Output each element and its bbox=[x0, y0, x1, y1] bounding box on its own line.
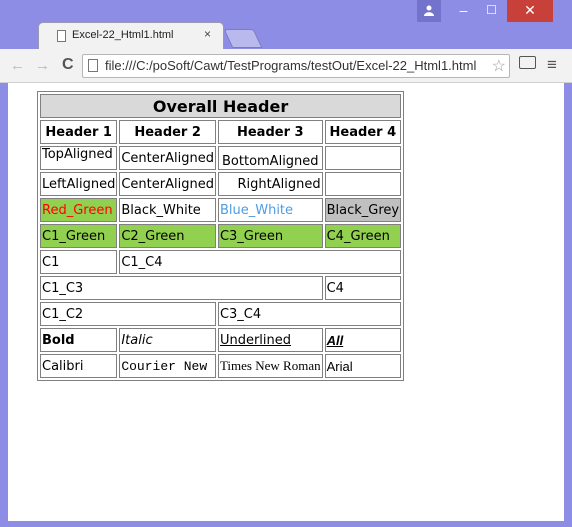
table-cell: BottomAligned bbox=[217, 146, 323, 170]
forward-arrow-icon[interactable]: → bbox=[35, 57, 50, 74]
minimize-button[interactable]: – bbox=[450, 0, 477, 22]
table-cell: C1_C3 bbox=[40, 276, 323, 300]
table-cell bbox=[324, 146, 402, 170]
table-row: C1_C2 C3_C4 bbox=[40, 302, 402, 326]
table-row: Header 1 Header 2 Header 3 Header 4 bbox=[40, 120, 402, 144]
table-cell: Black_Grey bbox=[324, 198, 402, 222]
table-row: Overall Header bbox=[40, 94, 402, 118]
table-cell: Underlined bbox=[217, 328, 323, 352]
table-cell: C3_C4 bbox=[217, 302, 402, 326]
table-cell: TopAligned bbox=[40, 146, 118, 170]
table-cell: Italic bbox=[119, 328, 216, 352]
new-tab-button[interactable] bbox=[223, 29, 263, 48]
table-cell: C2_Green bbox=[119, 224, 216, 248]
table-cell: Times New Roman bbox=[217, 354, 323, 378]
table-cell: All bbox=[324, 328, 402, 352]
header-cell: Header 2 bbox=[119, 120, 216, 144]
profile-button[interactable] bbox=[417, 0, 441, 22]
cast-icon[interactable] bbox=[519, 56, 536, 69]
tab-bar: Excel-22_Html1.html × – ☐ ✕ bbox=[0, 0, 572, 49]
browser-tab[interactable]: Excel-22_Html1.html × bbox=[38, 22, 224, 49]
table-cell: Blue_White bbox=[217, 198, 323, 222]
document-icon bbox=[57, 30, 66, 42]
table-row: Bold Italic Underlined All bbox=[40, 328, 402, 352]
table-cell: C1_Green bbox=[40, 224, 118, 248]
table-cell: CenterAligned bbox=[119, 146, 216, 170]
table-cell: LeftAligned bbox=[40, 172, 118, 196]
close-window-button[interactable]: ✕ bbox=[507, 0, 553, 22]
table-cell: C4 bbox=[324, 276, 402, 300]
table-cell: Red_Green bbox=[40, 198, 118, 222]
table-cell: C1 bbox=[40, 250, 118, 274]
url-text[interactable]: file:///C:/poSoft/Cawt/TestPrograms/test… bbox=[105, 58, 476, 73]
table-cell: Bold bbox=[40, 328, 118, 352]
table-cell: C1_C2 bbox=[40, 302, 216, 326]
header-cell: Header 4 bbox=[324, 120, 402, 144]
table-cell: Arial bbox=[324, 354, 402, 378]
tab-close-icon[interactable]: × bbox=[204, 27, 211, 41]
header-cell: Header 3 bbox=[217, 120, 323, 144]
table-cell: Courier New bbox=[119, 354, 216, 378]
header-cell: Header 1 bbox=[40, 120, 118, 144]
file-icon bbox=[88, 59, 98, 72]
table-row: C1_C3 C4 bbox=[40, 276, 402, 300]
table-row: LeftAligned CenterAligned RightAligned bbox=[40, 172, 402, 196]
person-icon bbox=[424, 5, 434, 16]
table-row: TopAligned CenterAligned BottomAligned bbox=[40, 146, 402, 170]
bookmark-star-icon[interactable]: ☆ bbox=[489, 56, 506, 76]
back-arrow-icon[interactable]: ← bbox=[10, 57, 25, 74]
menu-icon[interactable]: ≡ bbox=[547, 55, 557, 75]
table-cell bbox=[324, 172, 402, 196]
page-content: Overall Header Header 1 Header 2 Header … bbox=[8, 83, 564, 521]
overall-header-cell: Overall Header bbox=[40, 94, 402, 118]
address-bar[interactable]: file:///C:/poSoft/Cawt/TestPrograms/test… bbox=[82, 54, 510, 78]
table-cell: Black_White bbox=[119, 198, 216, 222]
table-row: C1 C1_C4 bbox=[40, 250, 402, 274]
reload-icon[interactable]: C bbox=[62, 56, 74, 74]
table-cell: C3_Green bbox=[217, 224, 323, 248]
table-cell: C4_Green bbox=[324, 224, 402, 248]
maximize-button[interactable]: ☐ bbox=[478, 0, 505, 22]
table-cell: Calibri bbox=[40, 354, 118, 378]
table-row: C1_Green C2_Green C3_Green C4_Green bbox=[40, 224, 402, 248]
browser-window: Excel-22_Html1.html × – ☐ ✕ ← → C file:/… bbox=[0, 0, 572, 527]
table-cell: CenterAligned bbox=[119, 172, 216, 196]
excel-html-table: Overall Header Header 1 Header 2 Header … bbox=[37, 91, 405, 381]
table-cell: C1_C4 bbox=[119, 250, 402, 274]
browser-toolbar: ← → C file:///C:/poSoft/Cawt/TestProgram… bbox=[0, 49, 572, 83]
tab-title: Excel-22_Html1.html bbox=[72, 29, 174, 41]
table-row: Calibri Courier New Times New Roman Aria… bbox=[40, 354, 402, 378]
table-cell: RightAligned bbox=[217, 172, 323, 196]
table-row: Red_Green Black_White Blue_White Black_G… bbox=[40, 198, 402, 222]
